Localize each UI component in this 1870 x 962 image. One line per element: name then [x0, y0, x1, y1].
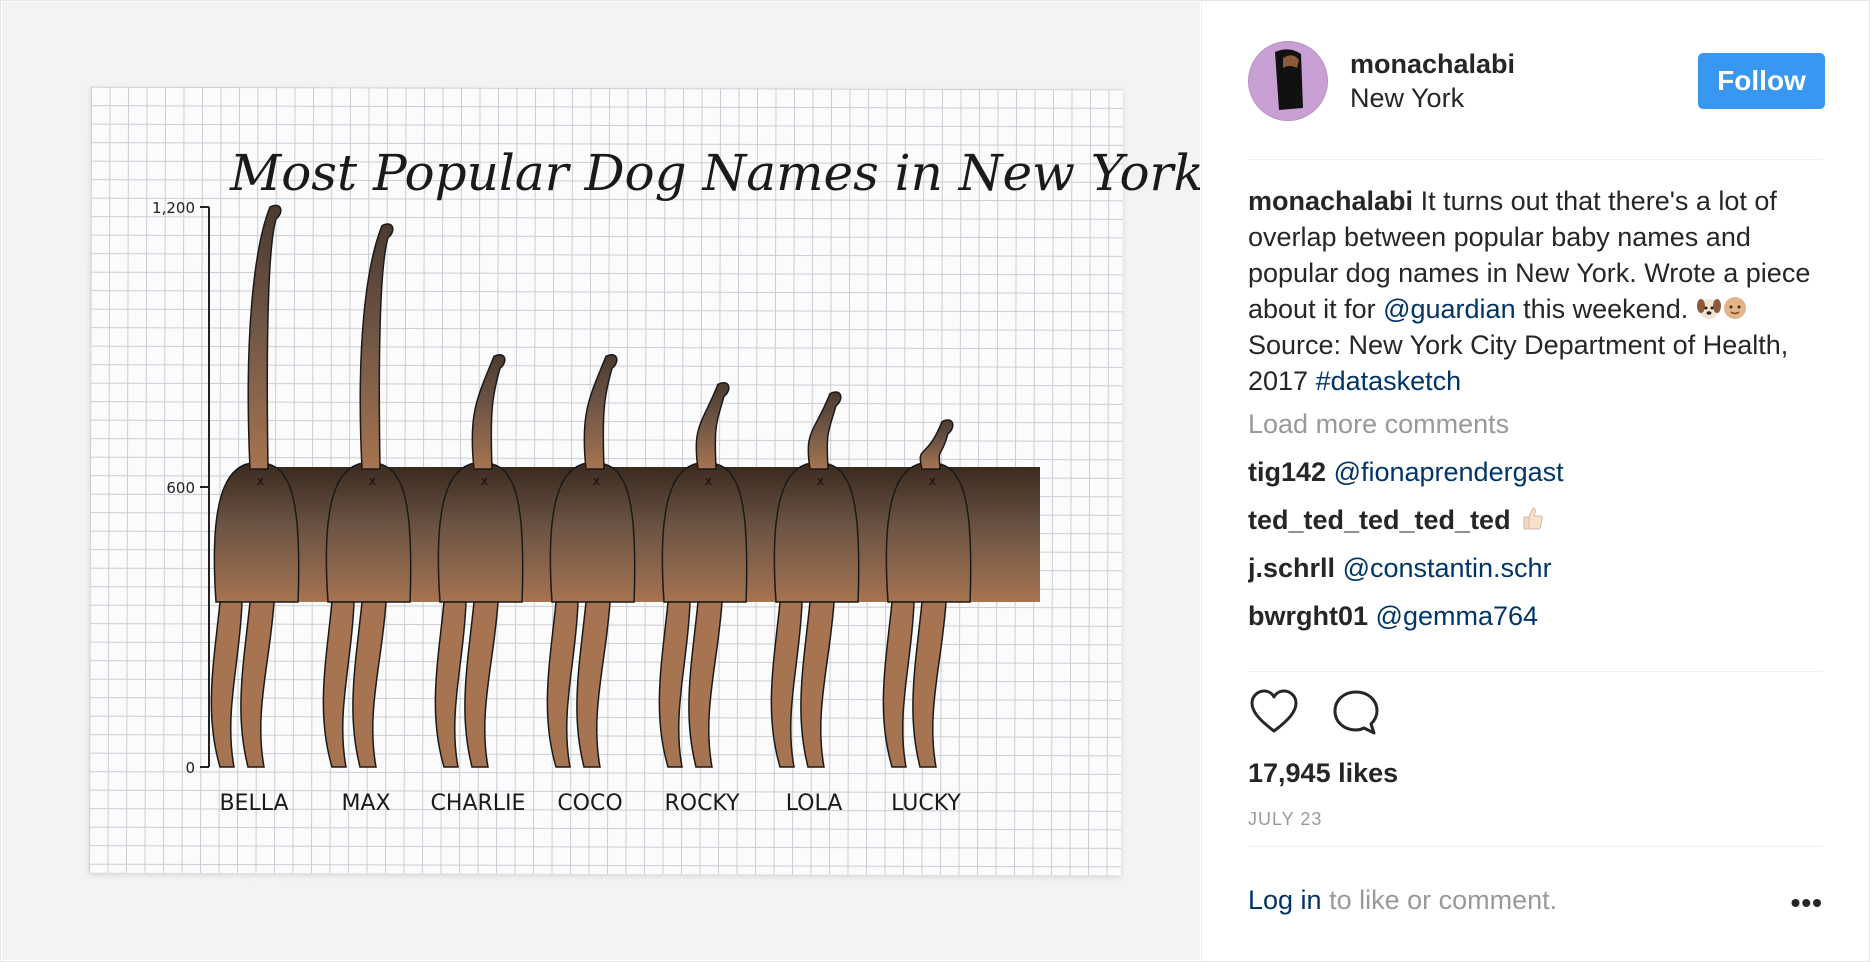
dog-leg	[658, 601, 691, 768]
dog-names-chart: Most Popular Dog Names in New York 1,200…	[152, 144, 1200, 816]
x-tick-label: MAX	[341, 791, 390, 816]
dog-tail	[807, 391, 842, 470]
dog-tail	[583, 354, 618, 470]
comment-item: tig142 @fionaprendergast	[1248, 455, 1830, 489]
dog-leg	[800, 601, 835, 768]
header-divider	[1248, 159, 1823, 160]
bar-dog-rocky: x	[658, 382, 748, 768]
comment-mention[interactable]: @gemma764	[1376, 601, 1539, 631]
x-tick-label: COCO	[557, 791, 622, 816]
caption-text-2: this weekend.	[1523, 294, 1689, 324]
bar-dog-lola: x	[770, 391, 860, 768]
dog-tail	[695, 382, 730, 470]
dog-leg	[322, 601, 355, 768]
dog-tail	[247, 204, 282, 470]
bar-dog-coco: x	[546, 354, 636, 768]
comments-section: monachalabi It turns out that there's a …	[1248, 183, 1830, 671]
dog-x-mark: x	[817, 474, 824, 488]
comment-username[interactable]: tig142	[1248, 457, 1326, 487]
dog-leg	[464, 601, 499, 768]
comment-username[interactable]: ted_ted_ted_ted_ted	[1248, 505, 1511, 535]
follow-button[interactable]: Follow	[1698, 53, 1825, 109]
dog-x-mark: x	[257, 474, 264, 488]
caption-hashtag[interactable]: #datasketch	[1316, 366, 1462, 396]
comment-icon[interactable]	[1330, 687, 1386, 743]
dog-leg	[882, 601, 915, 768]
dog-bars: xxxxxxx	[210, 204, 1040, 768]
header-username[interactable]: monachalabi	[1350, 49, 1515, 80]
dog-leg	[688, 601, 723, 768]
dog-leg	[912, 601, 947, 768]
y-tick-label: 600	[166, 479, 195, 497]
header-location[interactable]: New York	[1350, 83, 1464, 114]
dog-leg	[240, 601, 275, 768]
comment-mention[interactable]: @fionaprendergast	[1334, 457, 1564, 487]
comment-item: j.schrll @constantin.schr	[1248, 551, 1830, 585]
dog-leg	[434, 601, 467, 768]
bar-dog-charlie: x	[434, 354, 524, 768]
likes-count[interactable]: 17,945 likes	[1248, 758, 1398, 789]
caption-username[interactable]: monachalabi	[1248, 186, 1413, 216]
comment-mention[interactable]: @constantin.schr	[1343, 553, 1552, 583]
x-tick-label: LUCKY	[891, 791, 961, 816]
heart-icon[interactable]	[1248, 687, 1304, 743]
dog-x-mark: x	[929, 474, 936, 488]
bar-dog-bella: x	[210, 204, 300, 768]
comments-divider	[1248, 671, 1823, 672]
dog-leg	[210, 601, 243, 768]
dog-x-mark: x	[369, 474, 376, 488]
chart-title: Most Popular Dog Names in New York	[229, 144, 1200, 202]
instagram-post: Most Popular Dog Names in New York 1,200…	[0, 0, 1870, 962]
comment-username[interactable]: bwrght01	[1248, 601, 1368, 631]
y-tick-label: 1,200	[152, 199, 195, 217]
caption-mention[interactable]: @guardian	[1383, 294, 1516, 324]
dog-leg	[352, 601, 387, 768]
login-link[interactable]: Log in	[1248, 885, 1322, 915]
baby-emoji-icon	[1723, 297, 1746, 319]
comment-item: ted_ted_ted_ted_ted	[1248, 503, 1830, 537]
dog-leg	[770, 601, 803, 768]
x-tick-label: BELLA	[219, 791, 288, 816]
x-axis-labels: BELLA MAX CHARLIE COCO ROCKY LOLA LUCKY	[219, 791, 961, 816]
dog-x-mark: x	[481, 474, 488, 488]
login-prompt: to like or comment.	[1329, 885, 1558, 915]
load-more-comments[interactable]: Load more comments	[1248, 407, 1830, 441]
avatar[interactable]	[1248, 41, 1328, 121]
caption: monachalabi It turns out that there's a …	[1248, 183, 1830, 399]
comment-username[interactable]: j.schrll	[1248, 553, 1335, 583]
x-tick-label: ROCKY	[664, 791, 740, 816]
y-tick-label: 0	[185, 759, 195, 777]
dog-x-mark: x	[593, 474, 600, 488]
x-tick-label: LOLA	[786, 791, 843, 816]
dog-leg	[546, 601, 579, 768]
action-bar	[1248, 687, 1448, 747]
dog-tail	[471, 354, 506, 470]
dog-tail	[919, 419, 954, 470]
dog-leg	[576, 601, 611, 768]
post-date[interactable]: JULY 23	[1248, 809, 1322, 830]
post-photo[interactable]: Most Popular Dog Names in New York 1,200…	[2, 2, 1200, 960]
footer-divider	[1248, 846, 1823, 847]
dog-face-emoji-icon	[1696, 299, 1721, 319]
dog-tail	[359, 223, 394, 470]
thumbs-up-emoji-icon	[1523, 507, 1543, 530]
avatar-image-icon	[1249, 42, 1327, 120]
y-axis-ticks: 1,200 600 0	[152, 199, 209, 777]
login-row: Log in to like or comment. •••	[1248, 885, 1823, 925]
comment-item: bwrght01 @gemma764	[1248, 599, 1830, 633]
dog-x-mark: x	[705, 474, 712, 488]
x-tick-label: CHARLIE	[431, 791, 526, 816]
more-options-icon[interactable]: •••	[1791, 887, 1823, 919]
bar-dog-max: x	[322, 223, 412, 768]
